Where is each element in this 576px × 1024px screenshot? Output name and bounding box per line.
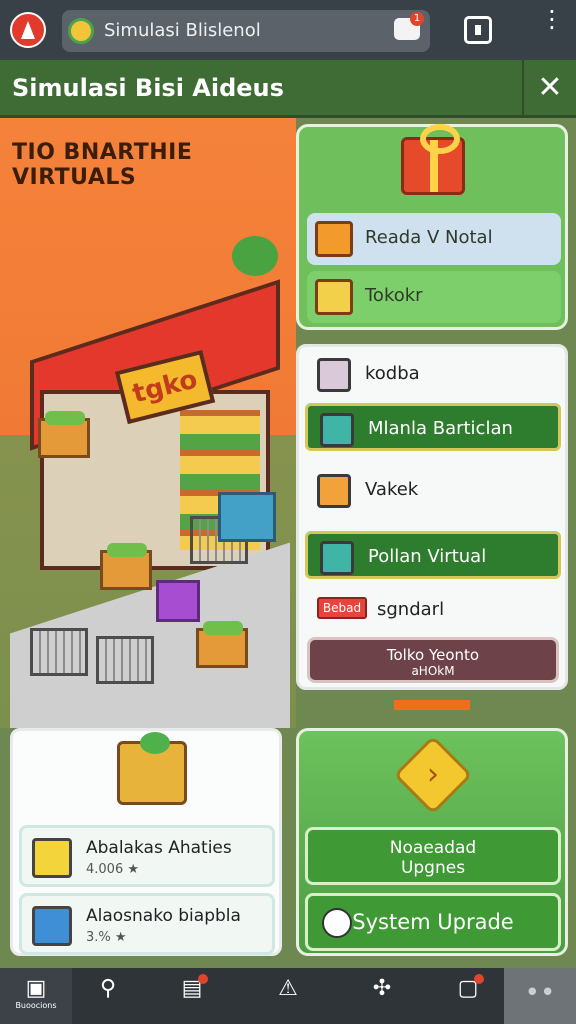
nav-label: Buoocions xyxy=(15,1001,57,1010)
rewards-panel: Reada V Notal Tokokr xyxy=(296,124,568,330)
share-icon[interactable] xyxy=(464,16,492,44)
crate-icon xyxy=(32,906,72,946)
window-icon: ▢ xyxy=(457,976,479,1001)
upgrade-panel: › Noaeadad Upgnes System Uprade xyxy=(296,728,568,956)
list-item[interactable]: Vakek xyxy=(305,467,561,515)
notification-dot xyxy=(198,974,208,984)
tabs-icon[interactable]: 1 xyxy=(394,12,424,40)
alert-icon: ⚠ xyxy=(278,976,298,1001)
produce-crate-icon xyxy=(196,621,248,668)
gift-box-icon xyxy=(317,474,351,508)
progress-fill xyxy=(394,700,470,710)
system-upgrade-label: System Uprade xyxy=(352,910,514,934)
browser-bar: Simulasi Blislenol 1 ⋮ xyxy=(0,0,576,60)
upgrade-button-sublabel: Upgnes xyxy=(400,858,466,878)
more-icon[interactable]: •• xyxy=(504,968,576,1024)
cash-icon xyxy=(320,413,354,447)
stat-card[interactable]: Abalakas Ahaties 4.006 ★ xyxy=(19,825,275,887)
reward-item-label: Reada V Notal xyxy=(365,227,493,248)
url-text: Simulasi Blislenol xyxy=(104,20,261,41)
cash-icon xyxy=(320,541,354,575)
app-logo-icon[interactable] xyxy=(10,12,46,48)
arrow-right-icon[interactable]: › xyxy=(393,735,473,815)
nav-item-window[interactable]: ▢ xyxy=(432,968,504,1024)
stat-card[interactable]: Alaosnako biapbla 3.% ★ xyxy=(19,893,275,955)
reward-item[interactable]: Reada V Notal xyxy=(307,213,561,265)
box-icon xyxy=(315,221,353,257)
hero-title: TIO BNARTHIE VIRTUALS xyxy=(12,140,193,190)
list-item-label: kodba xyxy=(365,363,420,384)
address-bar[interactable]: Simulasi Blislenol 1 xyxy=(62,10,430,52)
nav-item-shop[interactable]: ▤ xyxy=(156,968,228,1024)
list-item-label: Pollan Virtual xyxy=(368,546,487,567)
hero-illustration: TIO BNARTHIE VIRTUALS tgko xyxy=(0,118,296,728)
shopping-cart-icon xyxy=(30,628,88,676)
home-icon: ▣ xyxy=(25,976,47,1001)
page-title: Simulasi Bisi Aideus xyxy=(12,74,284,102)
produce-crate-icon xyxy=(100,543,152,590)
progress-bar xyxy=(394,700,470,710)
overflow-menu-icon[interactable]: ⋮ xyxy=(540,7,564,46)
close-icon[interactable]: ✕ xyxy=(532,70,568,106)
package-icon xyxy=(315,279,353,315)
nav-item-alerts[interactable]: ⚠ xyxy=(252,968,324,1024)
header-divider xyxy=(522,60,524,118)
site-icon xyxy=(68,18,94,44)
stat-title: Alaosnako biapbla xyxy=(86,906,241,926)
nav-item-map[interactable]: ⚲ xyxy=(72,968,144,1024)
purple-box-icon xyxy=(156,580,200,622)
list-item-label: sgndarl xyxy=(377,599,445,620)
crate-icon xyxy=(32,838,72,878)
stats-panel: Abalakas Ahaties 4.006 ★ Alaosnako biapb… xyxy=(10,728,282,956)
reward-item-label: Tokokr xyxy=(365,285,423,306)
upgrade-button-label: Noaeadad xyxy=(389,838,477,858)
stat-value: 3.% ★ xyxy=(86,930,127,945)
stat-value: 4.006 ★ xyxy=(86,862,140,877)
virtual-store-button[interactable]: Tolko Yeonto aHOkM xyxy=(307,637,559,683)
reward-item[interactable]: Tokokr xyxy=(307,271,561,323)
nav-item-network[interactable]: ✣ xyxy=(346,968,418,1024)
list-item[interactable]: Mlanla Barticlan xyxy=(305,403,561,451)
list-item[interactable]: kodba xyxy=(305,351,561,399)
system-upgrade-button[interactable]: System Uprade xyxy=(305,893,561,951)
store-button-sublabel: aHOkM xyxy=(411,664,455,678)
menu-list-panel: kodba Mlanla Barticlan Vakek Pollan Virt… xyxy=(296,344,568,690)
gift-icon[interactable] xyxy=(401,124,465,195)
hand-truck-icon xyxy=(117,732,187,805)
shop-icon: ▤ xyxy=(181,976,203,1001)
tab-badge: 1 xyxy=(410,12,424,26)
list-item-label: Mlanla Barticlan xyxy=(368,418,513,439)
notification-dot xyxy=(474,974,484,984)
network-icon: ✣ xyxy=(372,976,392,1001)
store-button-label: Tolko Yeonto xyxy=(386,646,480,664)
status-badge: Bebad xyxy=(317,597,367,619)
app-header: Simulasi Bisi Aideus ✕ xyxy=(0,60,576,118)
bottom-nav: ▣ Buoocions ⚲ ▤ ⚠ ✣ ▢ •• xyxy=(0,968,576,1024)
shopping-cart-icon xyxy=(96,636,154,684)
upgrade-button[interactable]: Noaeadad Upgnes xyxy=(305,827,561,885)
list-item-label: Vakek xyxy=(365,479,419,500)
list-item[interactable]: Bebad sgndarl xyxy=(305,587,561,635)
cube-icon xyxy=(317,358,351,392)
list-item[interactable]: Pollan Virtual xyxy=(305,531,561,579)
blue-bin-icon xyxy=(218,492,276,542)
dog-icon xyxy=(322,908,352,938)
stat-title: Abalakas Ahaties xyxy=(86,838,232,858)
produce-crate-icon xyxy=(38,411,90,458)
map-pin-icon: ⚲ xyxy=(99,976,117,1001)
nav-item-home[interactable]: ▣ Buoocions xyxy=(0,968,72,1024)
